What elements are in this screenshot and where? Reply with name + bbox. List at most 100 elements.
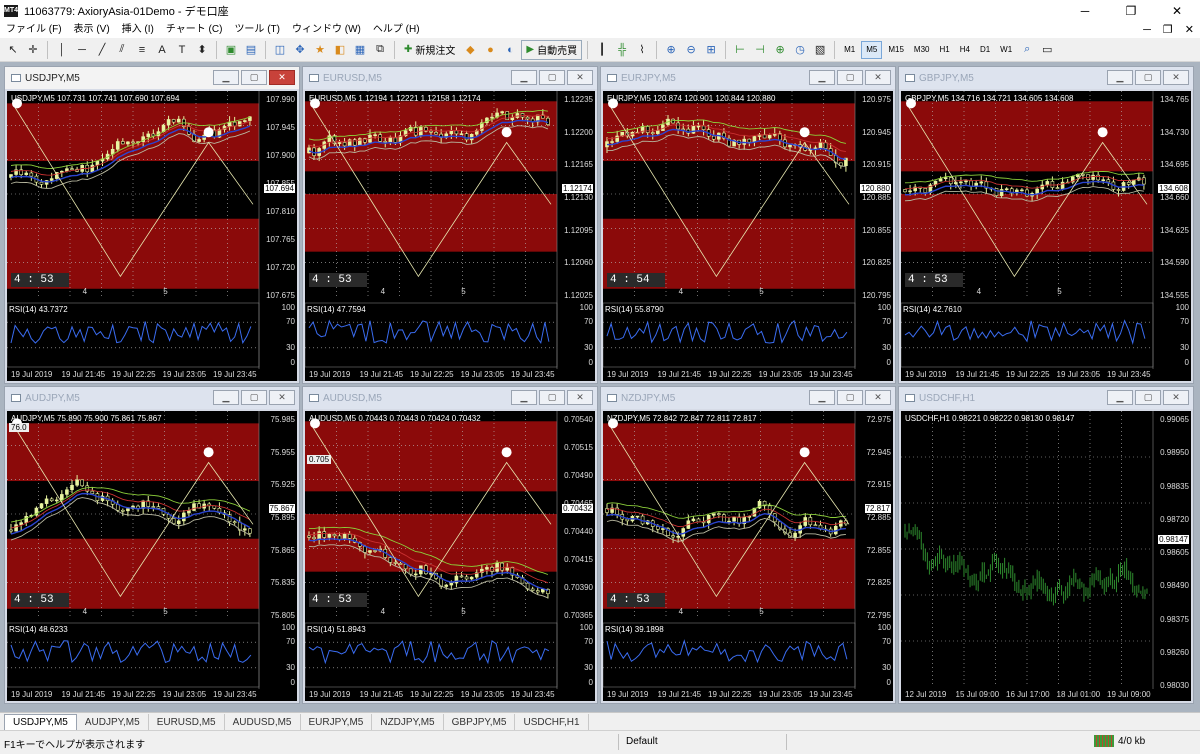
- tab-eurusd[interactable]: EURUSD,M5: [149, 714, 225, 730]
- chart-window-titlebar[interactable]: USDJPY,M5 ▁ ▢ ✕: [5, 67, 299, 89]
- chart-minimize-button[interactable]: ▁: [809, 390, 835, 405]
- chart-window-titlebar[interactable]: EURJPY,M5 ▁ ▢ ✕: [601, 67, 895, 89]
- crosshair-icon[interactable]: ✛: [24, 40, 42, 60]
- menu-view[interactable]: 表示 (V): [68, 22, 116, 38]
- chart-window-audjpy[interactable]: AUDJPY,M5 ▁ ▢ ✕ AUDJPY,M5 75.890 75.900 75.8…: [4, 386, 300, 704]
- tester-icon[interactable]: ▦: [351, 40, 369, 60]
- metaeditor-icon[interactable]: ◆: [461, 40, 479, 60]
- chat-icon[interactable]: ▭: [1038, 40, 1056, 60]
- chart-window-audusd[interactable]: AUDUSD,M5 ▁ ▢ ✕ AUDUSD,M5 0.70443 0.70443 0.…: [302, 386, 598, 704]
- timeframe-m5[interactable]: M5: [861, 40, 883, 59]
- chart-window-titlebar[interactable]: EURUSD,M5 ▁ ▢ ✕: [303, 67, 597, 89]
- chart-close-button[interactable]: ✕: [1163, 70, 1189, 85]
- options-icon[interactable]: ●: [481, 40, 499, 60]
- horizontal-line-icon[interactable]: ─: [73, 40, 91, 60]
- chart-close-button[interactable]: ✕: [1163, 390, 1189, 405]
- timeframe-m1[interactable]: M1: [840, 41, 859, 59]
- new-chart-icon[interactable]: ▣: [222, 40, 240, 60]
- menu-chart[interactable]: チャート (C): [160, 22, 229, 38]
- timeframe-w1[interactable]: W1: [996, 41, 1016, 59]
- tile-windows-icon[interactable]: ⊞: [702, 40, 720, 60]
- trendline-icon[interactable]: ╱: [93, 40, 111, 60]
- chart-canvas[interactable]: USDCHF,H1 0.98221 0.98222 0.98130 0.9814…: [901, 411, 1191, 701]
- menu-help[interactable]: ヘルプ (H): [367, 22, 426, 38]
- chart-canvas[interactable]: AUDJPY,M5 75.890 75.900 75.861 75.867 75.…: [7, 411, 297, 701]
- line-chart-icon[interactable]: ⌇: [633, 40, 651, 60]
- candlestick-icon[interactable]: ╬: [613, 40, 631, 60]
- fibonacci-icon[interactable]: ≡: [133, 40, 151, 60]
- chart-close-button[interactable]: ✕: [567, 70, 593, 85]
- menu-insert[interactable]: 挿入 (I): [116, 22, 160, 38]
- tab-audjpy[interactable]: AUDJPY,M5: [77, 714, 149, 730]
- signals-icon[interactable]: ◐: [501, 40, 519, 60]
- chart-window-usdchf[interactable]: USDCHF,H1 ▁ ▢ ✕ USDCHF,H1 0.98221 0.98222 0.…: [898, 386, 1194, 704]
- chart-minimize-button[interactable]: ▁: [1107, 70, 1133, 85]
- mdi-minimize-button[interactable]: ─: [1143, 22, 1151, 38]
- chart-maximize-button[interactable]: ▢: [1135, 390, 1161, 405]
- navigator-icon[interactable]: ★: [311, 40, 329, 60]
- arrows-icon[interactable]: ⬍: [193, 40, 211, 60]
- tab-gbpjpy[interactable]: GBPJPY,M5: [444, 714, 516, 730]
- chart-window-titlebar[interactable]: GBPJPY,M5 ▁ ▢ ✕: [899, 67, 1193, 89]
- menu-tools[interactable]: ツール (T): [228, 22, 286, 38]
- timeframe-m15[interactable]: M15: [884, 41, 908, 59]
- chart-canvas[interactable]: GBPJPY,M5 134.716 134.721 134.605 134.60…: [901, 91, 1191, 381]
- close-button[interactable]: ✕: [1154, 0, 1200, 22]
- auto-scroll-icon[interactable]: ⊣: [751, 40, 769, 60]
- vertical-line-icon[interactable]: │: [53, 40, 71, 60]
- chart-close-button[interactable]: ✕: [269, 390, 295, 405]
- chart-minimize-button[interactable]: ▁: [511, 70, 537, 85]
- chart-canvas[interactable]: AUDUSD,M5 0.70443 0.70443 0.70424 0.7043…: [305, 411, 595, 701]
- timeframe-h4[interactable]: H4: [956, 41, 974, 59]
- chart-window-titlebar[interactable]: AUDJPY,M5 ▁ ▢ ✕: [5, 387, 299, 409]
- chart-maximize-button[interactable]: ▢: [539, 70, 565, 85]
- maximize-button[interactable]: ❐: [1108, 0, 1154, 22]
- search-icon[interactable]: ⌕: [1018, 40, 1036, 60]
- chart-maximize-button[interactable]: ▢: [241, 390, 267, 405]
- auto-trade-button[interactable]: ▶ 自動売買: [521, 39, 583, 60]
- tab-audusd[interactable]: AUDUSD,M5: [225, 714, 301, 730]
- data-window-icon[interactable]: ✥: [291, 40, 309, 60]
- tab-nzdjpy[interactable]: NZDJPY,M5: [372, 714, 444, 730]
- chart-close-button[interactable]: ✕: [269, 70, 295, 85]
- tab-eurjpy[interactable]: EURJPY,M5: [301, 714, 373, 730]
- menu-file[interactable]: ファイル (F): [0, 22, 68, 38]
- minimize-button[interactable]: ─: [1062, 0, 1108, 22]
- mdi-restore-button[interactable]: ❐: [1163, 22, 1173, 38]
- chart-close-button[interactable]: ✕: [865, 390, 891, 405]
- timeframe-d1[interactable]: D1: [976, 41, 994, 59]
- chart-window-usdjpy[interactable]: USDJPY,M5 ▁ ▢ ✕ USDJPY,M5 107.731 107.741 10…: [4, 66, 300, 384]
- chart-canvas[interactable]: NZDJPY,M5 72.842 72.847 72.811 72.817 72.…: [603, 411, 893, 701]
- chart-shift-icon[interactable]: ⊢: [731, 40, 749, 60]
- text-icon[interactable]: A: [153, 40, 171, 60]
- chart-maximize-button[interactable]: ▢: [1135, 70, 1161, 85]
- text-label-icon[interactable]: T: [173, 40, 191, 60]
- periods-icon[interactable]: ◷: [791, 40, 809, 60]
- chart-window-eurusd[interactable]: EURUSD,M5 ▁ ▢ ✕ EURUSD,M5 1.12194 1.12221 1.…: [302, 66, 598, 384]
- terminal-icon[interactable]: ◧: [331, 40, 349, 60]
- templates-icon[interactable]: ▧: [811, 40, 829, 60]
- chart-minimize-button[interactable]: ▁: [809, 70, 835, 85]
- channel-icon[interactable]: ⫽: [113, 40, 131, 60]
- chart-close-button[interactable]: ✕: [567, 390, 593, 405]
- chart-minimize-button[interactable]: ▁: [213, 70, 239, 85]
- indicators-icon[interactable]: ⊕: [771, 40, 789, 60]
- tab-usdjpy[interactable]: USDJPY,M5: [4, 714, 77, 730]
- chart-maximize-button[interactable]: ▢: [241, 70, 267, 85]
- timeframe-h1[interactable]: H1: [935, 41, 953, 59]
- chart-canvas[interactable]: EURJPY,M5 120.874 120.901 120.844 120.88…: [603, 91, 893, 381]
- chart-window-eurjpy[interactable]: EURJPY,M5 ▁ ▢ ✕ EURJPY,M5 120.874 120.901 12…: [600, 66, 896, 384]
- zoom-in-icon[interactable]: ⊕: [662, 40, 680, 60]
- menu-window[interactable]: ウィンドウ (W): [286, 22, 367, 38]
- chart-maximize-button[interactable]: ▢: [837, 70, 863, 85]
- chart-canvas[interactable]: EURUSD,M5 1.12194 1.12221 1.12158 1.1217…: [305, 91, 595, 381]
- market-watch-icon[interactable]: ◫: [271, 40, 289, 60]
- chart-minimize-button[interactable]: ▁: [1107, 390, 1133, 405]
- chart-maximize-button[interactable]: ▢: [539, 390, 565, 405]
- chart-window-nzdjpy[interactable]: NZDJPY,M5 ▁ ▢ ✕ NZDJPY,M5 72.842 72.847 72.8…: [600, 386, 896, 704]
- profiles-icon[interactable]: ▤: [242, 40, 260, 60]
- chart-window-titlebar[interactable]: NZDJPY,M5 ▁ ▢ ✕: [601, 387, 895, 409]
- chart-window-titlebar[interactable]: AUDUSD,M5 ▁ ▢ ✕: [303, 387, 597, 409]
- chart-close-button[interactable]: ✕: [865, 70, 891, 85]
- chart-window-gbpjpy[interactable]: GBPJPY,M5 ▁ ▢ ✕ GBPJPY,M5 134.716 134.721 13…: [898, 66, 1194, 384]
